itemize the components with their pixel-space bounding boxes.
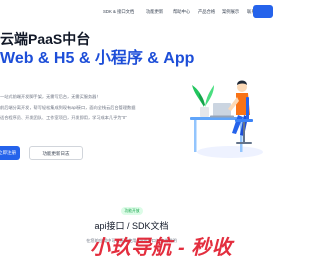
hero-subtitle: Web & H5 & 小程序 & App [0,50,195,67]
nav-link-sdk-docs[interactable]: SDK & 接口文档 [103,9,134,15]
hero-desc-line: 一站式前端开发脚手架，无需写后台，无需买服务器！ [0,94,101,99]
nav-login-button[interactable] [253,5,273,18]
register-button[interactable]: 立即注册 [0,146,20,160]
hero-desc-line: 适合程序员、开发团队、工作室项目，开发即用，学习成本几乎为"0" [0,115,127,120]
nav-link-updates[interactable]: 功能更新 [146,9,163,15]
nav-link-cases[interactable]: 案例展示 [222,9,239,15]
person-at-desk-illustration [190,80,263,158]
top-navigation: SDK & 接口文档 功能更新 帮助中心 产品合格 案例展示 联系我们 [0,0,273,25]
nav-link-products[interactable]: 产品合格 [198,9,215,15]
section-badge: 功能开放 [121,207,143,215]
plant-icon [192,85,214,117]
changelog-button[interactable]: 功能更新日志 [29,146,83,160]
hero-title: 云端PaaS中台 [0,31,91,47]
hero-desc-line: 前后端分离开发，帮写轻松集成到现有api接口，面向全栈云后台管理数据 [0,104,136,110]
hero-description: 一站式前端开发脚手架，无需写后台，无需买服务器！ 前后端分离开发，帮写轻松集成到… [0,92,178,124]
nav-link-help[interactable]: 帮助中心 [173,9,190,15]
watermark-overlay: 小玖导航 - 秒收 [90,237,233,259]
section-title: api接口 / SDK文档 [94,221,169,231]
